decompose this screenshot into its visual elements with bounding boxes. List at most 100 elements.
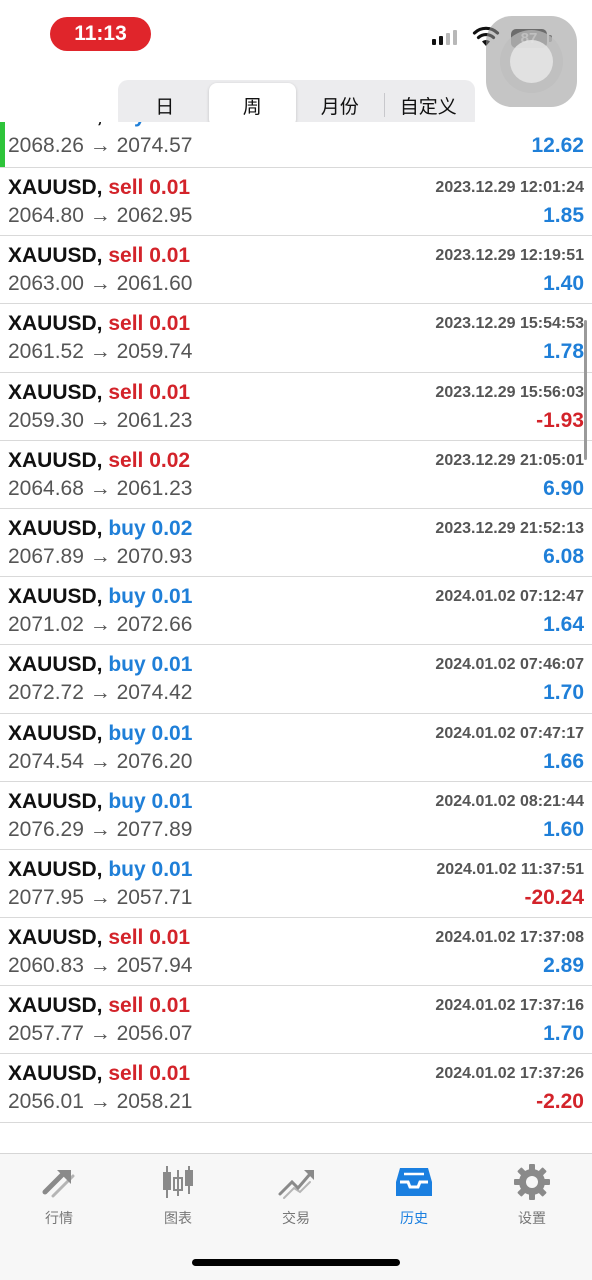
tab-history-label: 历史 xyxy=(400,1211,428,1227)
trade-datetime: 2024.01.02 17:37:16 xyxy=(435,997,584,1015)
trade-profit: 1.60 xyxy=(543,817,584,841)
trade-row[interactable]: XAUUSD, sell 0.01 2023.12.29 15:54:53 2061… xyxy=(0,304,592,373)
trade-symbol: XAUUSD, xyxy=(8,653,103,677)
trade-row[interactable]: XAUUSD, sell 0.02 2023.12.29 21:05:01 2064… xyxy=(0,440,592,509)
trade-datetime: 2023.12.29 12:01:24 xyxy=(435,179,584,196)
trade-datetime: 2023.12.29 03:09:05 xyxy=(435,122,584,125)
tab-trade-label: 交易 xyxy=(282,1211,310,1227)
trade-prices: 2064.68 → 2061.23 xyxy=(8,476,193,500)
tab-trade[interactable]: 交易 xyxy=(246,1162,346,1232)
trade-prices: 2077.95 → 2057.71 xyxy=(8,885,193,909)
trade-title: XAUUSD, buy 0.01 xyxy=(8,722,192,746)
period-tab-day[interactable]: 日 xyxy=(121,83,209,127)
trade-row[interactable]: XAUUSD, buy 0.01 2024.01.02 11:37:51 2077.… xyxy=(0,849,592,919)
trade-profit: 6.08 xyxy=(543,544,584,568)
trade-title: XAUUSD, sell 0.01 xyxy=(8,381,190,405)
tab-history[interactable]: 历史 xyxy=(364,1162,464,1232)
trade-profit: 6.90 xyxy=(543,476,584,500)
trade-symbol: XAUUSD, xyxy=(8,994,103,1018)
trade-prices: 2063.00 → 2061.60 xyxy=(8,272,193,296)
trade-row[interactable]: XAUUSD, buy 0.01 2024.01.02 07:12:47 2071.… xyxy=(0,577,592,646)
trade-prices: 2072.72 → 2074.42 xyxy=(8,681,193,705)
trade-title: XAUUSD, buy 0.01 xyxy=(8,858,192,882)
trade-symbol: XAUUSD, xyxy=(8,585,103,609)
trade-row[interactable]: XAUUSD, sell 0.01 2023.12.29 12:01:24 2064… xyxy=(0,168,592,237)
trade-symbol: XAUUSD, xyxy=(8,312,103,336)
trade-profit: 1.78 xyxy=(543,340,584,364)
scrollbar[interactable] xyxy=(584,320,587,460)
gear-icon xyxy=(514,1164,550,1200)
trade-side-volume: buy 0.01 xyxy=(108,789,193,813)
trade-prices: 2076.29 → 2077.89 xyxy=(8,817,193,841)
period-tab-custom[interactable]: 自定义 xyxy=(385,83,473,127)
status-time: 11:13 xyxy=(50,17,151,51)
tab-quotes[interactable]: 行情 xyxy=(9,1162,109,1232)
history-inbox-icon xyxy=(396,1168,432,1196)
trade-row[interactable]: XAUUSD, buy 0.01 2024.01.02 08:21:44 2076.… xyxy=(0,781,592,850)
trade-prices: 2057.77 → 2056.07 xyxy=(8,1022,193,1046)
trade-row[interactable]: XAUUSD, buy 0.01 2024.01.02 07:47:17 2074.… xyxy=(0,713,592,782)
trade-datetime: 2024.01.02 11:37:51 xyxy=(436,860,584,878)
trade-datetime: 2023.12.29 15:56:03 xyxy=(435,383,584,401)
trade-title: XAUUSD, buy 0.01 xyxy=(8,790,192,814)
trade-title: XAUUSD, sell 0.01 xyxy=(8,176,190,200)
trade-title: XAUUSD, buy 0.02 xyxy=(8,517,192,541)
trade-profit: 1.64 xyxy=(543,613,584,637)
trade-row[interactable]: XAUUSD, sell 0.01 2023.12.29 12:19:51 2063… xyxy=(0,236,592,305)
trade-symbol: XAUUSD, xyxy=(8,176,103,199)
trade-profit: 1.40 xyxy=(543,272,584,296)
trade-row[interactable]: XAUUSD, buy 0.02 2023.12.29 03:09:05 2068.… xyxy=(0,122,592,168)
trade-prices: 2060.83 → 2057.94 xyxy=(8,954,193,978)
trade-history-list[interactable]: XAUUSD, buy 0.02 2023.12.29 03:09:05 2068.… xyxy=(0,122,592,1147)
trade-prices: 2067.89 → 2070.93 xyxy=(8,544,193,568)
trade-symbol: XAUUSD, xyxy=(8,789,103,813)
trade-row[interactable]: XAUUSD, sell 0.01 2024.01.02 17:37:26 2056… xyxy=(0,1054,592,1123)
trade-datetime: 2024.01.02 17:37:26 xyxy=(435,1065,584,1083)
trade-side-volume: sell 0.01 xyxy=(108,994,191,1018)
period-tab-month[interactable]: 月份 xyxy=(296,83,384,127)
trade-side-volume: buy 0.01 xyxy=(108,585,193,609)
trade-profit: 1.85 xyxy=(543,204,584,227)
trade-side-volume: sell 0.01 xyxy=(108,312,191,336)
trade-row[interactable]: XAUUSD, sell 0.01 2024.01.02 17:37:08 2060… xyxy=(0,918,592,987)
trade-datetime: 2023.12.29 15:54:53 xyxy=(435,315,584,333)
trade-title: XAUUSD, sell 0.01 xyxy=(8,1062,190,1086)
trade-profit: -2.20 xyxy=(536,1090,584,1114)
trade-title: XAUUSD, buy 0.02 xyxy=(8,122,192,128)
cellular-signal-icon xyxy=(432,30,457,45)
tab-settings[interactable]: 设置 xyxy=(482,1162,582,1232)
trade-profit: 1.70 xyxy=(543,681,584,705)
trade-side-volume: sell 0.02 xyxy=(108,448,191,472)
trade-prices: 2064.80 → 2062.95 xyxy=(8,204,193,227)
trade-symbol: XAUUSD, xyxy=(8,448,103,472)
trade-title: XAUUSD, buy 0.01 xyxy=(8,585,192,609)
trade-side-volume: buy 0.01 xyxy=(108,721,193,745)
trade-datetime: 2023.12.29 21:05:01 xyxy=(435,451,584,469)
trade-prices: 2059.30 → 2061.23 xyxy=(8,408,193,432)
trade-profit: -1.93 xyxy=(536,408,584,432)
trade-symbol: XAUUSD, xyxy=(8,857,103,881)
trade-row[interactable]: XAUUSD, buy 0.02 2023.12.29 21:52:13 2067.… xyxy=(0,508,592,578)
home-indicator xyxy=(192,1259,400,1266)
trade-side-volume: sell 0.01 xyxy=(108,1062,191,1086)
trade-symbol: XAUUSD, xyxy=(8,244,103,268)
tab-charts[interactable]: 图表 xyxy=(128,1162,228,1232)
trade-title: XAUUSD, sell 0.01 xyxy=(8,312,190,336)
trade-datetime: 2024.01.02 07:46:07 xyxy=(435,656,584,674)
tab-quotes-label: 行情 xyxy=(45,1211,73,1227)
period-tab-week[interactable]: 周 xyxy=(208,83,296,127)
trade-symbol: XAUUSD, xyxy=(8,516,103,540)
trade-profit: 12.62 xyxy=(531,134,584,157)
trade-row[interactable]: XAUUSD, sell 0.01 2024.01.02 17:37:16 2057… xyxy=(0,986,592,1055)
trade-side-volume: buy 0.02 xyxy=(108,516,193,540)
trade-side-volume: buy 0.01 xyxy=(108,653,193,677)
trade-title: XAUUSD, sell 0.01 xyxy=(8,926,190,950)
trade-datetime: 2023.12.29 12:19:51 xyxy=(435,247,584,265)
tab-charts-label: 图表 xyxy=(164,1211,192,1227)
trade-prices: 2074.54 → 2076.20 xyxy=(8,749,193,773)
assistive-touch-button[interactable] xyxy=(486,16,577,107)
trade-row[interactable]: XAUUSD, buy 0.01 2024.01.02 07:46:07 2072.… xyxy=(0,645,592,714)
trade-datetime: 2023.12.29 21:52:13 xyxy=(435,519,584,537)
trade-datetime: 2024.01.02 07:12:47 xyxy=(435,588,584,606)
trade-row[interactable]: XAUUSD, sell 0.01 2023.12.29 15:56:03 2059… xyxy=(0,372,592,441)
